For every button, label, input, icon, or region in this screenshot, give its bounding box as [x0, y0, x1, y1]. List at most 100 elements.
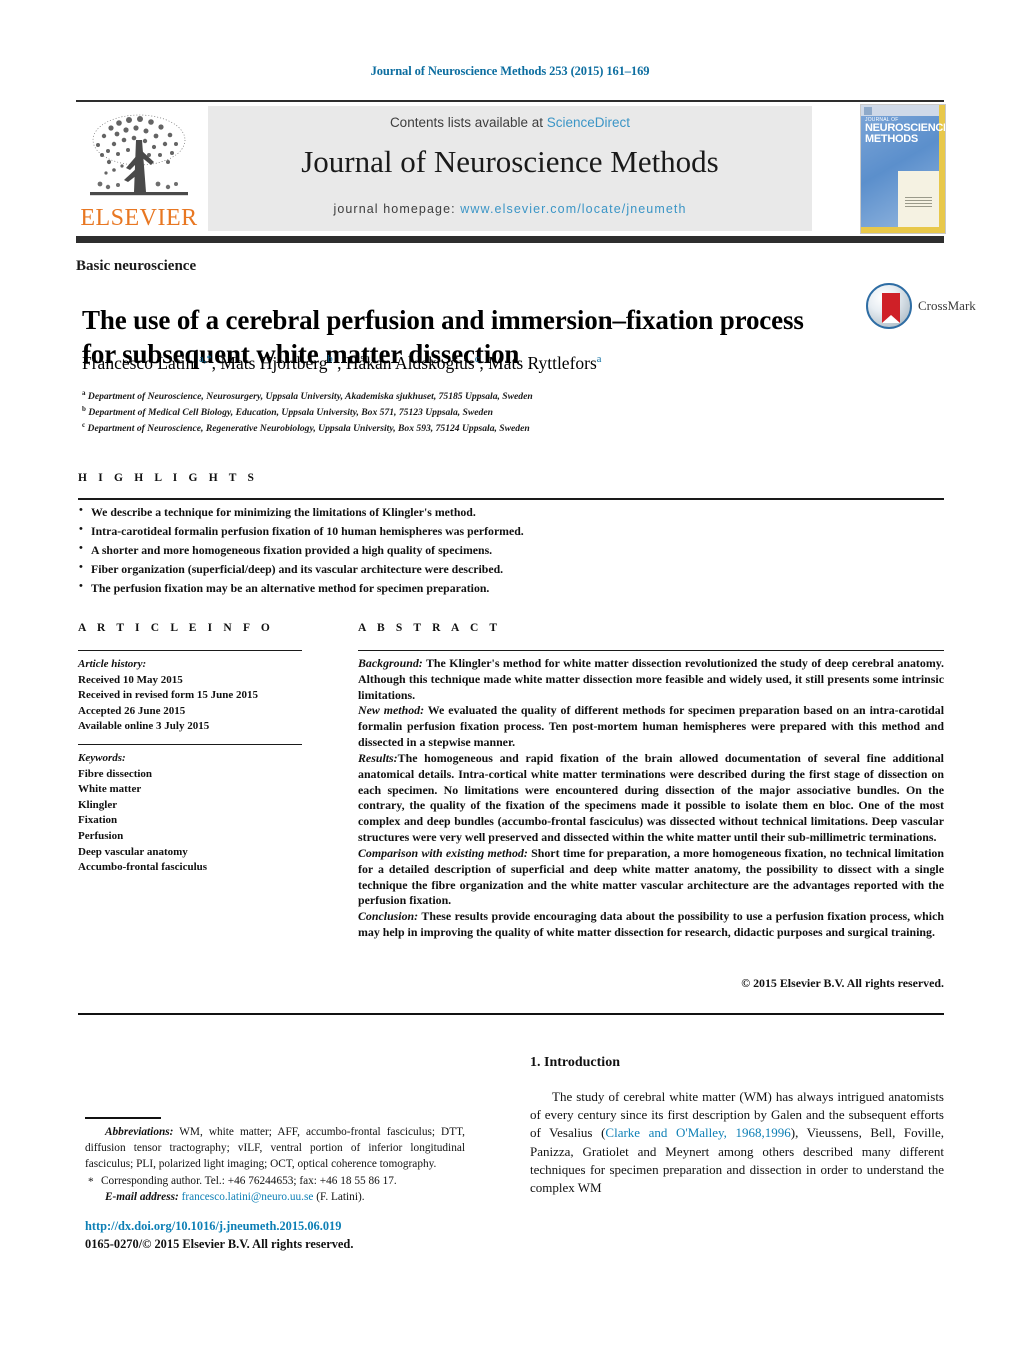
abbreviations-label: Abbreviations: [105, 1126, 174, 1138]
history-item: Accepted 26 June 2015 [78, 704, 186, 717]
history-item: Received 10 May 2015 [78, 673, 183, 686]
keyword-item: Fibre dissection [78, 767, 153, 780]
citation-link[interactable]: Clarke and O'Malley, 1968,1996 [605, 1125, 790, 1140]
list-item: We describe a technique for minimizing t… [78, 502, 944, 522]
crossmark-icon [866, 283, 912, 329]
issn-copyright-line: 0165-0270/© 2015 Elsevier B.V. All right… [85, 1237, 354, 1251]
crossmark-label: CrossMark [918, 298, 976, 313]
affiliation-marker: c [82, 421, 86, 430]
keywords-rule [78, 744, 302, 746]
highlights-rule [78, 498, 944, 500]
cover-line-3: METHODS [865, 133, 918, 146]
abstract-section: Background: The Klingler's method for wh… [358, 656, 944, 703]
masthead-top-rule [76, 100, 944, 102]
abstract-section-label: Results: [358, 750, 398, 765]
author-name[interactable]: Francesco Latini [82, 353, 199, 373]
introduction-paragraph: The study of cerebral white matter (WM) … [530, 1088, 944, 1197]
author-sup: c [474, 354, 480, 366]
keyword-item: Accumbo-frontal fasciculus [78, 861, 208, 874]
introduction-heading: 1. Introduction [530, 1055, 620, 1070]
running-head: Journal of Neuroscience Methods 253 (201… [370, 64, 650, 78]
footnote-block: Abbreviations: WM, white matter; AFF, ac… [85, 1124, 465, 1205]
masthead-center-band: Contents lists available at ScienceDirec… [208, 106, 812, 231]
list-item: A shorter and more homogeneous fixation … [78, 540, 944, 560]
abstract-heading: A B S T R A C T [358, 622, 502, 634]
abstract-section: Comparison with existing method: Short t… [358, 846, 944, 909]
cover-bottom-bar [861, 227, 945, 233]
affiliation-item: c Department of Neuroscience, Regenerati… [82, 420, 882, 436]
author-sup: a,* [199, 354, 212, 366]
homepage-prefix: journal homepage: [333, 202, 461, 216]
elsevier-logo[interactable]: ELSEVIER [76, 106, 202, 232]
list-item: Intra-carotideal formalin perfusion fixa… [78, 521, 944, 541]
email-suffix: (F. Latini). [313, 1191, 365, 1204]
journal-masthead: ELSEVIER Contents lists available at Sci… [76, 104, 946, 234]
contents-lists-line: Contents lists available at ScienceDirec… [208, 115, 812, 130]
article-info-heading: A R T I C L E I N F O [78, 622, 274, 634]
affiliation-marker: a [82, 389, 86, 397]
keywords-block: Keywords: Fibre dissection White matter … [78, 751, 308, 876]
keyword-item: Fixation [78, 814, 118, 827]
author-name[interactable]: Mats Ryttlefors [488, 353, 597, 373]
doi-link[interactable]: http://dx.doi.org/10.1016/j.jneumeth.201… [85, 1219, 341, 1234]
keyword-item: White matter [78, 783, 142, 796]
history-item: Received in revised form 15 June 2015 [78, 689, 259, 702]
asterisk-icon: * [88, 1176, 94, 1189]
affiliation-text: Department of Medical Cell Biology, Educ… [88, 407, 493, 419]
cover-top-bar [861, 105, 945, 116]
corresponding-author-text: Corresponding author. Tel.: +46 76244653… [101, 1175, 397, 1188]
journal-cover-thumbnail[interactable]: JOURNAL OF NEUROSCIENCE METHODS [860, 104, 946, 234]
abstract-copyright: © 2015 Elsevier B.V. All rights reserved… [741, 976, 944, 990]
sciencedirect-link[interactable]: ScienceDirect [547, 115, 630, 130]
author-list: Francesco Latinia,*, Mats Hjortbergb , H… [82, 353, 602, 373]
cover-elsevier-icon [864, 107, 872, 115]
abstract-bottom-rule [78, 1013, 944, 1015]
affiliation-list: a Department of Neuroscience, Neurosurge… [82, 388, 882, 436]
affiliation-text: Department of Neuroscience, Regenerative… [87, 423, 530, 435]
abstract-section-text: The homogeneous and rapid fixation of th… [358, 750, 944, 845]
homepage-url-link[interactable]: www.elsevier.com/locate/jneumeth [460, 202, 686, 216]
email-footnote: E-mail address: francesco.latini@neuro.u… [85, 1189, 465, 1205]
author-name[interactable]: Håkan Aldskogius [346, 353, 475, 373]
abstract-section: Conclusion: These results provide encour… [358, 909, 944, 941]
abstract-section-text: The Klingler's method for white matter d… [358, 656, 944, 702]
abstract-section: Results:The homogeneous and rapid fixati… [358, 751, 944, 846]
highlights-list: We describe a technique for minimizing t… [78, 502, 944, 599]
affiliation-text: Department of Neuroscience, Neurosurgery… [87, 391, 533, 403]
crossmark-notch [882, 315, 900, 323]
abstract-section-label: New method: [358, 703, 425, 718]
author-sup: a [596, 354, 602, 366]
article-history: Article history: Received 10 May 2015 Re… [78, 657, 308, 735]
contents-prefix: Contents lists available at [389, 115, 547, 130]
journal-homepage-line: journal homepage: www.elsevier.com/locat… [208, 202, 812, 216]
abstract-section-label: Comparison with existing method: [358, 845, 528, 860]
cover-title-block: JOURNAL OF NEUROSCIENCE METHODS [865, 117, 945, 146]
corresponding-author-footnote: * Corresponding author. Tel.: +46 7624465… [85, 1173, 465, 1189]
author-sup: b [327, 354, 333, 366]
affiliation-item: a Department of Neuroscience, Neurosurge… [82, 388, 882, 404]
abstract-body: Background: The Klingler's method for wh… [358, 656, 944, 941]
abstract-rule [358, 650, 944, 652]
email-link[interactable]: francesco.latini@neuro.uu.se [182, 1191, 314, 1203]
email-label: E-mail address: [105, 1191, 179, 1204]
article-page: Journal of Neuroscience Methods 253 (201… [0, 0, 1020, 1351]
keyword-item: Perfusion [78, 830, 124, 843]
highlights-heading: H I G H L I G H T S [78, 472, 259, 484]
elsevier-wordmark: ELSEVIER [80, 205, 198, 231]
article-info-rule [78, 650, 302, 652]
affiliation-marker: b [82, 405, 86, 414]
author-name[interactable]: Mats Hjortberg [220, 353, 327, 373]
article-history-label: Article history: [78, 658, 147, 670]
list-item: Fiber organization (superficial/deep) an… [78, 559, 944, 579]
cover-panel-lines [905, 197, 932, 209]
abbreviations-footnote: Abbreviations: WM, white matter; AFF, ac… [85, 1124, 465, 1172]
keywords-label: Keywords: [78, 752, 126, 764]
masthead-bottom-bar [76, 236, 944, 243]
abstract-section-label: Background: [358, 656, 423, 670]
crossmark-badge[interactable]: CrossMark [866, 283, 976, 331]
abstract-section-text: We evaluated the quality of different me… [358, 703, 944, 750]
cover-white-panel [898, 171, 939, 227]
elsevier-tree-icon [84, 110, 194, 202]
abstract-section-label: Conclusion: [358, 909, 419, 924]
abstract-section: New method: We evaluated the quality of … [358, 703, 944, 750]
